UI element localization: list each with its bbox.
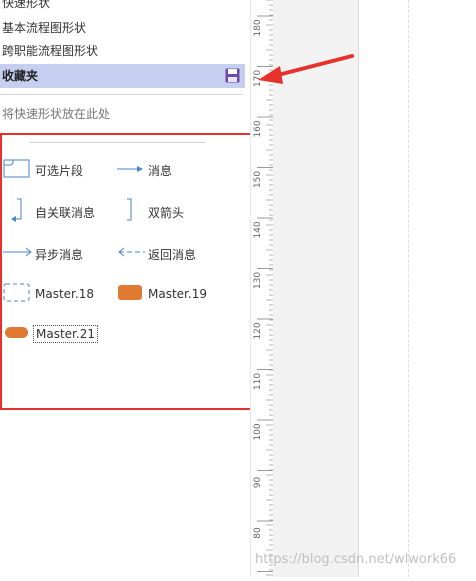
- shape-label[interactable]: 自关联消息: [35, 204, 95, 221]
- watermark: https://blog.csdn.net/wlwork66: [255, 552, 457, 567]
- shape-label[interactable]: 消息: [148, 162, 172, 179]
- section-basic-flowchart[interactable]: 基本流程图形状: [0, 17, 245, 39]
- ruler-label: 120: [253, 322, 263, 339]
- section-favorites[interactable]: 收藏夹: [0, 64, 245, 88]
- save-icon[interactable]: [225, 68, 240, 83]
- page-guide-line: [408, 0, 409, 577]
- optional-fragment-icon[interactable]: [3, 159, 31, 179]
- shape-label[interactable]: 可选片段: [35, 162, 83, 179]
- ruler-label: 80: [253, 527, 263, 539]
- section-quick-shapes[interactable]: 快速形状: [0, 0, 245, 14]
- shape-label[interactable]: Master.19: [148, 287, 207, 301]
- divider: [0, 94, 243, 95]
- ruler-label: 110: [253, 373, 263, 390]
- ruler-label: 90: [253, 477, 263, 489]
- vertical-ruler: 180170160150140130120110100908070: [250, 0, 274, 581]
- ruler-label: 180: [253, 19, 263, 36]
- shapes-panel: 快速形状 基本流程图形状 跨职能流程图形状 收藏夹 将快速形状放在此处 可选片段…: [0, 0, 296, 577]
- double-arrow-icon[interactable]: [124, 198, 136, 222]
- shape-label[interactable]: Master.21: [33, 325, 98, 343]
- ruler-ticks: 180170160150140130120110100908070: [253, 0, 273, 581]
- self-message-icon[interactable]: [7, 197, 25, 223]
- shape-label[interactable]: 异步消息: [35, 246, 83, 263]
- shape-label[interactable]: Master.18: [35, 287, 94, 301]
- ruler-label: 100: [253, 423, 263, 440]
- orange-pill-icon[interactable]: [4, 326, 30, 339]
- drawing-canvas[interactable]: [358, 0, 476, 577]
- canvas-gutter: [273, 0, 358, 577]
- drop-hint-text: 将快速形状放在此处: [2, 107, 111, 121]
- return-message-icon[interactable]: [117, 247, 147, 257]
- ruler-label: 170: [253, 70, 263, 87]
- dashed-rectangle-icon[interactable]: [3, 283, 31, 303]
- message-arrow-icon[interactable]: [117, 164, 145, 174]
- ruler-label: 140: [253, 221, 263, 238]
- ruler-label: 130: [253, 272, 263, 289]
- ruler-label: 160: [253, 120, 263, 137]
- shape-label[interactable]: 返回消息: [148, 246, 196, 263]
- section-cross-functional[interactable]: 跨职能流程图形状: [0, 40, 245, 62]
- divider: [30, 142, 205, 143]
- orange-rounded-rect-icon[interactable]: [117, 284, 143, 301]
- section-favorites-label: 收藏夹: [2, 69, 39, 83]
- shape-label[interactable]: 双箭头: [148, 204, 184, 221]
- async-message-icon[interactable]: [3, 247, 33, 257]
- ruler-label: 150: [253, 171, 263, 188]
